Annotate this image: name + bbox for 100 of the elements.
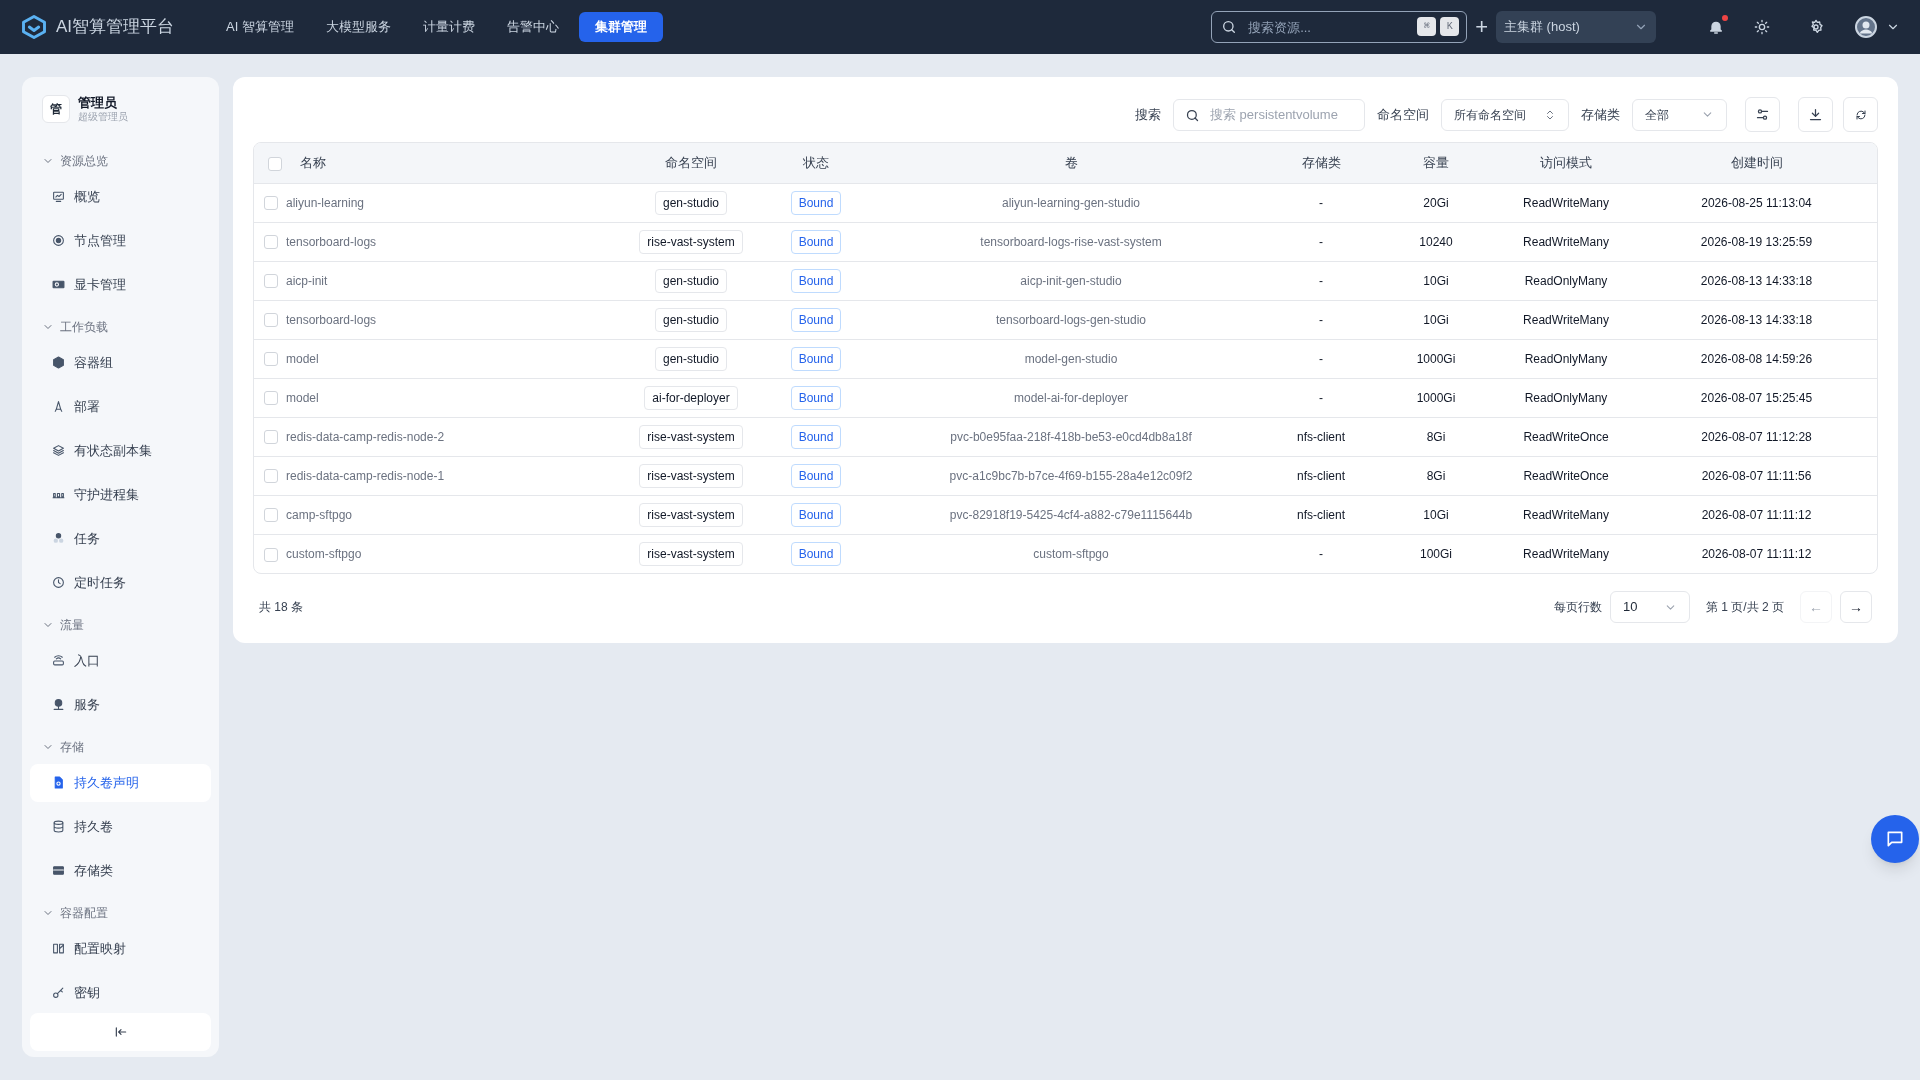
next-page-button[interactable]: → [1840, 591, 1872, 623]
user-menu-button[interactable] [1854, 15, 1900, 39]
namespace-tag: gen-studio [654, 190, 727, 215]
shortcut-key: ⌘ [1417, 17, 1437, 36]
nav-tab[interactable]: 告警中心 [494, 12, 571, 42]
download-button[interactable] [1798, 97, 1833, 132]
status-badge: Bound [790, 346, 842, 371]
section-header[interactable]: 工作负载 [30, 315, 108, 338]
table-cell: custom-sftpgo [286, 546, 362, 561]
table-cell: aliyun-learning-gen-studio [1001, 195, 1141, 210]
table-cell: 2026-08-19 13:25:59 [1700, 234, 1813, 249]
namespace-tag: rise-vast-system [639, 424, 743, 449]
download-icon [1808, 107, 1823, 122]
row-checkbox[interactable] [264, 313, 278, 328]
namespace-tag: gen-studio [654, 346, 727, 371]
nav-tab[interactable]: AI 智算管理 [214, 12, 306, 42]
table-cell: - [1319, 195, 1323, 210]
namespace-tag: ai-for-deployer [644, 385, 738, 410]
clock-icon [52, 576, 65, 590]
status-badge: Bound [790, 190, 842, 215]
row-checkbox[interactable] [264, 274, 278, 289]
section-header[interactable]: 资源总览 [30, 149, 108, 172]
table-cell: ReadOnlyMany [1524, 351, 1608, 366]
row-checkbox[interactable] [264, 547, 278, 562]
rows-per-page-select[interactable]: 10 [1609, 591, 1690, 623]
sidebar-item[interactable]: 守护进程集 [30, 475, 211, 514]
table-cell: 10Gi [1423, 312, 1449, 327]
chat-button[interactable] [1871, 815, 1919, 863]
row-checkbox[interactable] [264, 235, 278, 250]
collapse-icon [113, 1025, 128, 1039]
sidebar-item[interactable]: 概览 [30, 177, 211, 216]
table-cell: ReadWriteMany [1523, 507, 1609, 522]
table-cell: camp-sftpgo [286, 507, 353, 522]
sidebar-item[interactable]: 配置映射 [30, 929, 211, 968]
nav-tab[interactable]: 集群管理 [578, 12, 663, 42]
sidebar-item[interactable]: 部署 [30, 387, 211, 426]
table-cell: model-gen-studio [1024, 351, 1118, 366]
avatar-icon [1854, 15, 1878, 39]
sidebar-item[interactable]: 持久卷声明 [30, 763, 211, 802]
cluster-dropdown[interactable]: 主集群 (host) [1496, 11, 1656, 43]
shortcut-key: K [1440, 17, 1460, 36]
globe-icon [52, 698, 65, 712]
storage-class-select[interactable]: 全部 [1632, 98, 1727, 131]
user-name: 管理员 [78, 95, 118, 112]
rows-per-page-label: 每页行数 [1553, 599, 1602, 616]
column-header: 命名空间 [665, 155, 717, 170]
nav-tab[interactable]: 大模型服务 [313, 12, 403, 42]
table-cell: 10Gi [1423, 273, 1449, 288]
namespace-tag: gen-studio [654, 268, 727, 293]
sidebar-item[interactable]: 任务 [30, 519, 211, 558]
settings-icon [1808, 19, 1824, 35]
column-header: 名称 [300, 155, 326, 170]
sidebar-item[interactable]: 定时任务 [30, 563, 211, 602]
section-header[interactable]: 容器配置 [30, 901, 108, 924]
status-badge: Bound [790, 541, 842, 566]
nav-tab[interactable]: 计量计费 [410, 12, 487, 42]
chat-icon [1885, 829, 1905, 849]
columns-icon [52, 942, 65, 956]
table-cell: - [1319, 234, 1323, 249]
table-cell: ReadWriteMany [1523, 546, 1609, 561]
theme-button[interactable] [1754, 19, 1770, 35]
database-icon [52, 820, 65, 834]
refresh-button[interactable] [1843, 97, 1878, 132]
namespace-select[interactable]: 所有命名空间 [1441, 98, 1569, 131]
sidebar-item[interactable]: 存储类 [30, 851, 211, 890]
filter-button[interactable] [1745, 97, 1780, 132]
sidebar-item[interactable]: 显卡管理 [30, 265, 211, 304]
sidebar-item[interactable]: 服务 [30, 685, 211, 724]
sidebar-item[interactable]: 节点管理 [30, 221, 211, 260]
file-icon [52, 776, 65, 790]
sidebar-item[interactable]: 入口 [30, 641, 211, 680]
section-header[interactable]: 存储 [30, 735, 84, 758]
drive-icon [52, 864, 65, 878]
row-checkbox[interactable] [264, 508, 278, 523]
table-cell: pvc-82918f19-5425-4cf4-a882-c79e1115644b [949, 507, 1193, 522]
table-cell: 2026-08-07 11:11:56 [1701, 468, 1812, 483]
sidebar-item[interactable]: 有状态副本集 [30, 431, 211, 470]
row-checkbox[interactable] [264, 352, 278, 367]
page-indicator: 第 1 页/共 2 页 [1705, 599, 1784, 616]
table-cell: 10240 [1419, 234, 1453, 249]
table-cell: 2026-08-25 11:13:04 [1701, 195, 1812, 210]
table-cell: 100Gi [1420, 546, 1452, 561]
row-checkbox[interactable] [264, 469, 278, 484]
total-count: 共 18 条 [259, 599, 303, 616]
table-cell: pvc-b0e95faa-218f-418b-be53-e0cd4db8a18f [950, 429, 1192, 444]
add-button[interactable]: + [1475, 16, 1488, 38]
sidebar-item[interactable]: 容器组 [30, 343, 211, 382]
table-cell: ReadOnlyMany [1524, 390, 1608, 405]
row-checkbox[interactable] [264, 430, 278, 445]
table-cell: model-ai-for-deployer [1013, 390, 1128, 405]
table-cell: tensorboard-logs [286, 234, 377, 249]
sidebar-item[interactable]: 密钥 [30, 973, 211, 1012]
section-header[interactable]: 流量 [30, 613, 84, 636]
table-cell: - [1319, 351, 1323, 366]
row-checkbox[interactable] [264, 391, 278, 406]
select-all-checkbox[interactable] [268, 156, 282, 171]
settings-button[interactable] [1808, 19, 1824, 35]
row-checkbox[interactable] [264, 196, 278, 211]
sidebar-item[interactable]: 持久卷 [30, 807, 211, 846]
collapse-sidebar-button[interactable] [30, 1013, 211, 1051]
